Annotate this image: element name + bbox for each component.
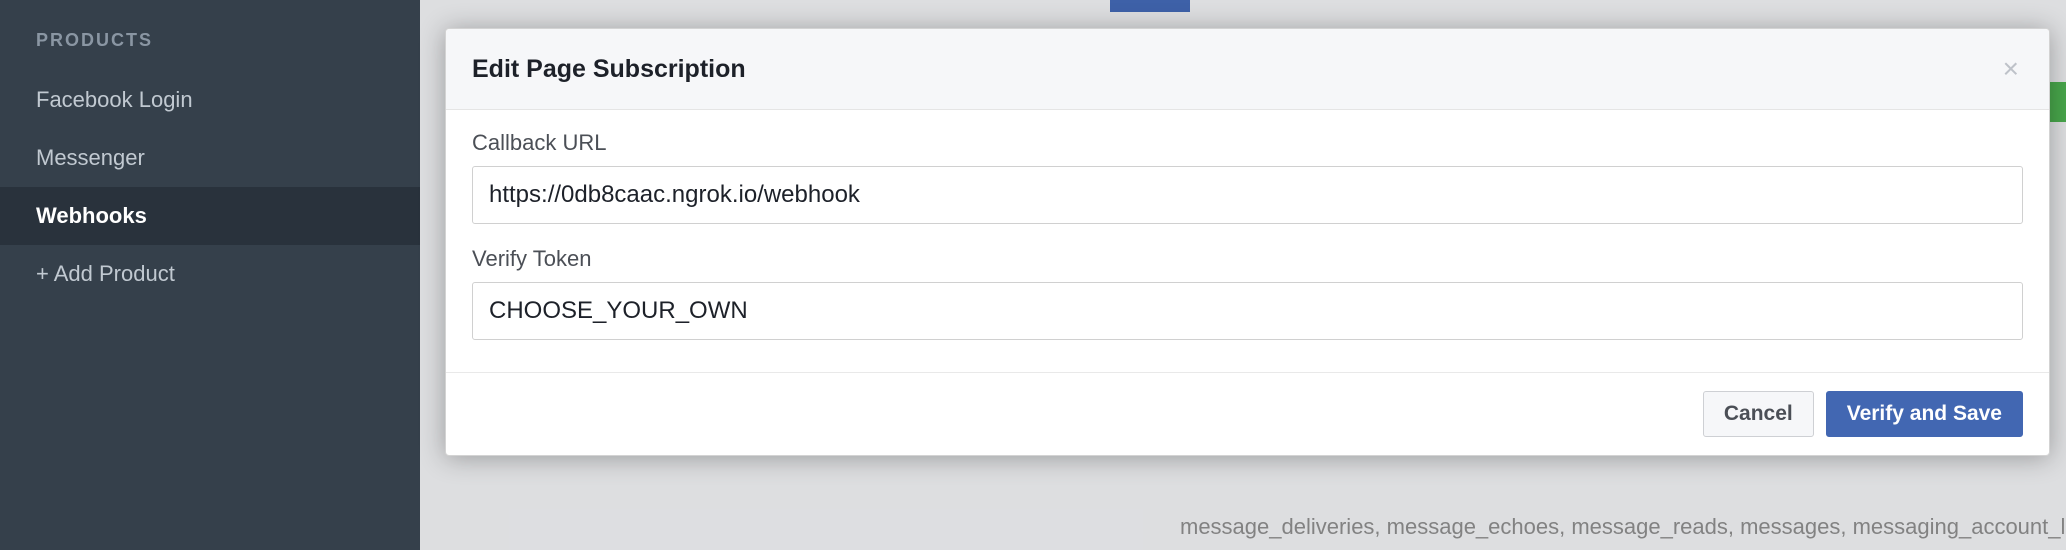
verify-token-group: Verify Token bbox=[472, 246, 2023, 340]
edit-page-subscription-modal: Edit Page Subscription × Callback URL Ve… bbox=[445, 28, 2050, 456]
close-icon[interactable]: × bbox=[1999, 51, 2023, 87]
sidebar: PRODUCTS Facebook Login Messenger Webhoo… bbox=[0, 0, 420, 550]
callback-url-label: Callback URL bbox=[472, 130, 2023, 156]
callback-url-input[interactable] bbox=[472, 166, 2023, 224]
modal-title: Edit Page Subscription bbox=[472, 55, 746, 84]
modal-header: Edit Page Subscription × bbox=[446, 29, 2049, 110]
verify-token-input[interactable] bbox=[472, 282, 2023, 340]
modal-footer: Cancel Verify and Save bbox=[446, 373, 2049, 455]
verify-save-button[interactable]: Verify and Save bbox=[1826, 391, 2023, 437]
sidebar-item-add-product[interactable]: + Add Product bbox=[0, 245, 420, 303]
modal-body: Callback URL Verify Token bbox=[446, 110, 2049, 373]
cancel-button[interactable]: Cancel bbox=[1703, 391, 1814, 437]
sidebar-header: PRODUCTS bbox=[0, 30, 420, 71]
verify-token-label: Verify Token bbox=[472, 246, 2023, 272]
sidebar-item-webhooks[interactable]: Webhooks bbox=[0, 187, 420, 245]
callback-url-group: Callback URL bbox=[472, 130, 2023, 224]
sidebar-item-messenger[interactable]: Messenger bbox=[0, 129, 420, 187]
sidebar-item-facebook-login[interactable]: Facebook Login bbox=[0, 71, 420, 129]
